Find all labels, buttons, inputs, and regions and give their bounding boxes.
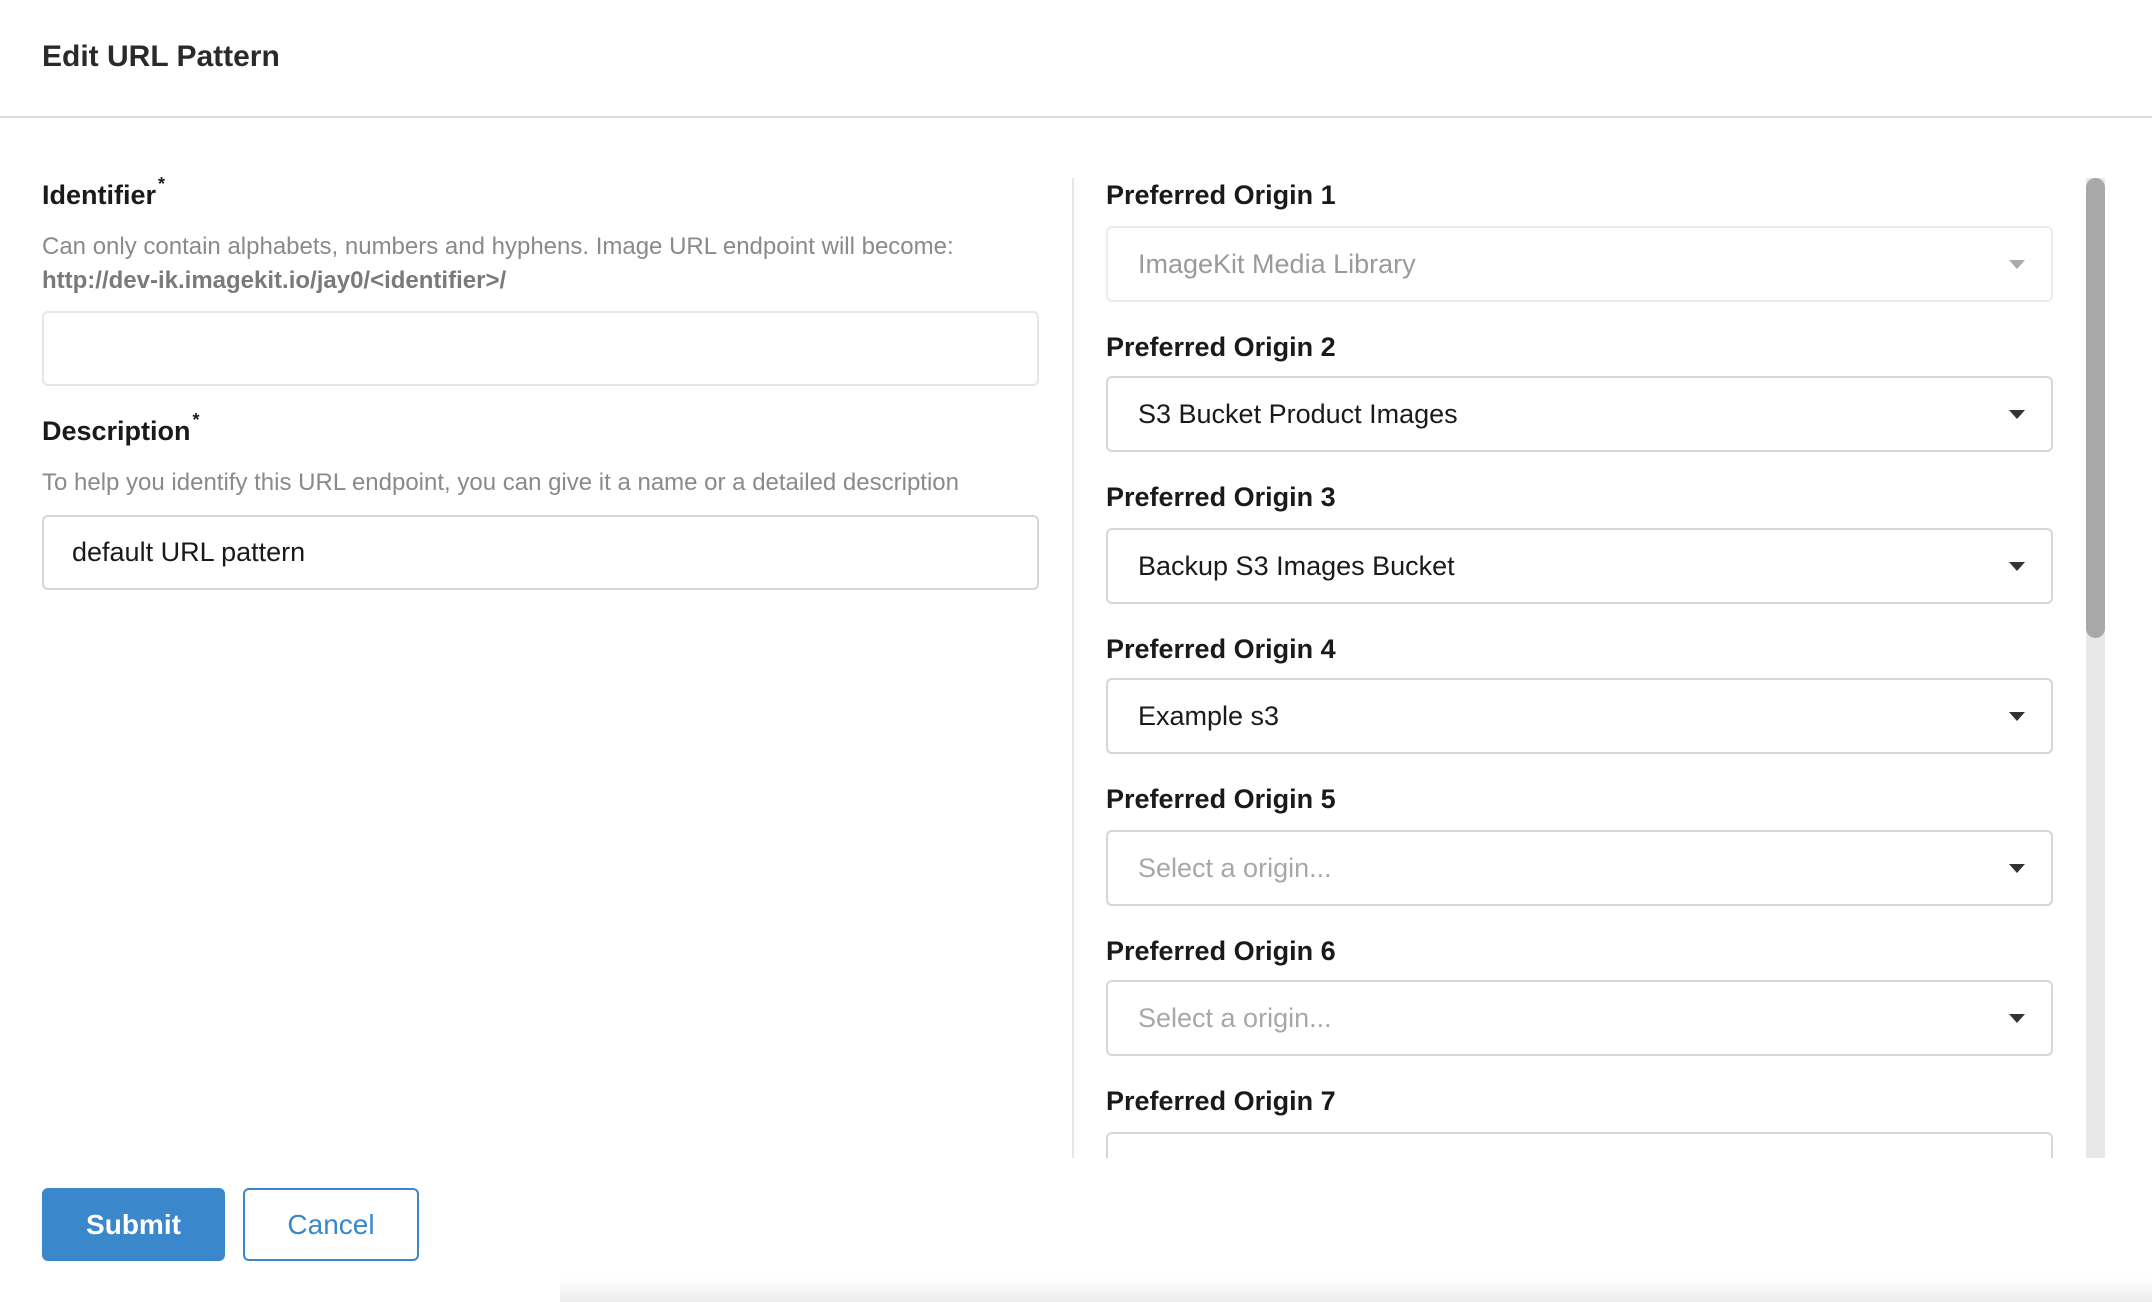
page-title: Edit URL Pattern bbox=[42, 40, 280, 73]
description-input[interactable]: default URL pattern bbox=[42, 515, 1039, 590]
caret-down-icon bbox=[2009, 864, 2025, 873]
origin-7-label: Preferred Origin 7 bbox=[1106, 1086, 1336, 1116]
origins-panel: Preferred Origin 1 ImageKit Media Librar… bbox=[1100, 160, 2070, 1158]
origin-6-select[interactable]: Select a origin... bbox=[1106, 980, 2053, 1056]
caret-down-icon bbox=[2009, 712, 2025, 721]
origin-5-select[interactable]: Select a origin... bbox=[1106, 830, 2053, 906]
caret-down-icon bbox=[2009, 260, 2025, 269]
origin-6-label: Preferred Origin 6 bbox=[1106, 936, 1336, 966]
cancel-button[interactable]: Cancel bbox=[243, 1188, 419, 1261]
origin-1-value: ImageKit Media Library bbox=[1138, 249, 1416, 279]
submit-button[interactable]: Submit bbox=[42, 1188, 225, 1261]
origin-5-placeholder: Select a origin... bbox=[1138, 853, 1332, 883]
caret-down-icon bbox=[2009, 562, 2025, 571]
identifier-label-text: Identifier bbox=[42, 180, 157, 210]
description-label: Description * bbox=[42, 410, 200, 447]
description-label-text: Description bbox=[42, 416, 191, 446]
origin-7-select[interactable] bbox=[1106, 1132, 2053, 1158]
required-mark: * bbox=[192, 410, 200, 430]
identifier-endpoint: http://dev-ik.imagekit.io/jay0/<identifi… bbox=[42, 267, 507, 294]
identifier-help: Can only contain alphabets, numbers and … bbox=[42, 230, 954, 298]
identifier-input[interactable] bbox=[42, 311, 1039, 386]
dialog-header: Edit URL Pattern bbox=[0, 0, 2152, 118]
origin-3-value: Backup S3 Images Bucket bbox=[1138, 551, 1455, 581]
origin-2-select[interactable]: S3 Bucket Product Images bbox=[1106, 376, 2053, 452]
bottom-shadow bbox=[560, 1278, 2152, 1302]
origin-1-select[interactable]: ImageKit Media Library bbox=[1106, 226, 2053, 302]
origin-2-label: Preferred Origin 2 bbox=[1106, 332, 1336, 362]
required-mark: * bbox=[158, 174, 166, 194]
caret-down-icon bbox=[2009, 1014, 2025, 1023]
column-divider bbox=[1072, 178, 1074, 1158]
scrollbar-thumb[interactable] bbox=[2086, 178, 2105, 638]
origin-3-label: Preferred Origin 3 bbox=[1106, 482, 1336, 512]
identifier-help-text: Can only contain alphabets, numbers and … bbox=[42, 233, 954, 260]
origin-4-label: Preferred Origin 4 bbox=[1106, 634, 1336, 664]
caret-down-icon bbox=[2009, 410, 2025, 419]
origin-5-label: Preferred Origin 5 bbox=[1106, 784, 1336, 814]
origin-6-placeholder: Select a origin... bbox=[1138, 1003, 1332, 1033]
origin-3-select[interactable]: Backup S3 Images Bucket bbox=[1106, 528, 2053, 604]
description-help: To help you identify this URL endpoint, … bbox=[42, 469, 959, 496]
identifier-label: Identifier * bbox=[42, 174, 165, 211]
origin-2-value: S3 Bucket Product Images bbox=[1138, 399, 1458, 429]
origin-4-value: Example s3 bbox=[1138, 701, 1280, 731]
origin-4-select[interactable]: Example s3 bbox=[1106, 678, 2053, 754]
origin-1-label: Preferred Origin 1 bbox=[1106, 180, 1336, 210]
